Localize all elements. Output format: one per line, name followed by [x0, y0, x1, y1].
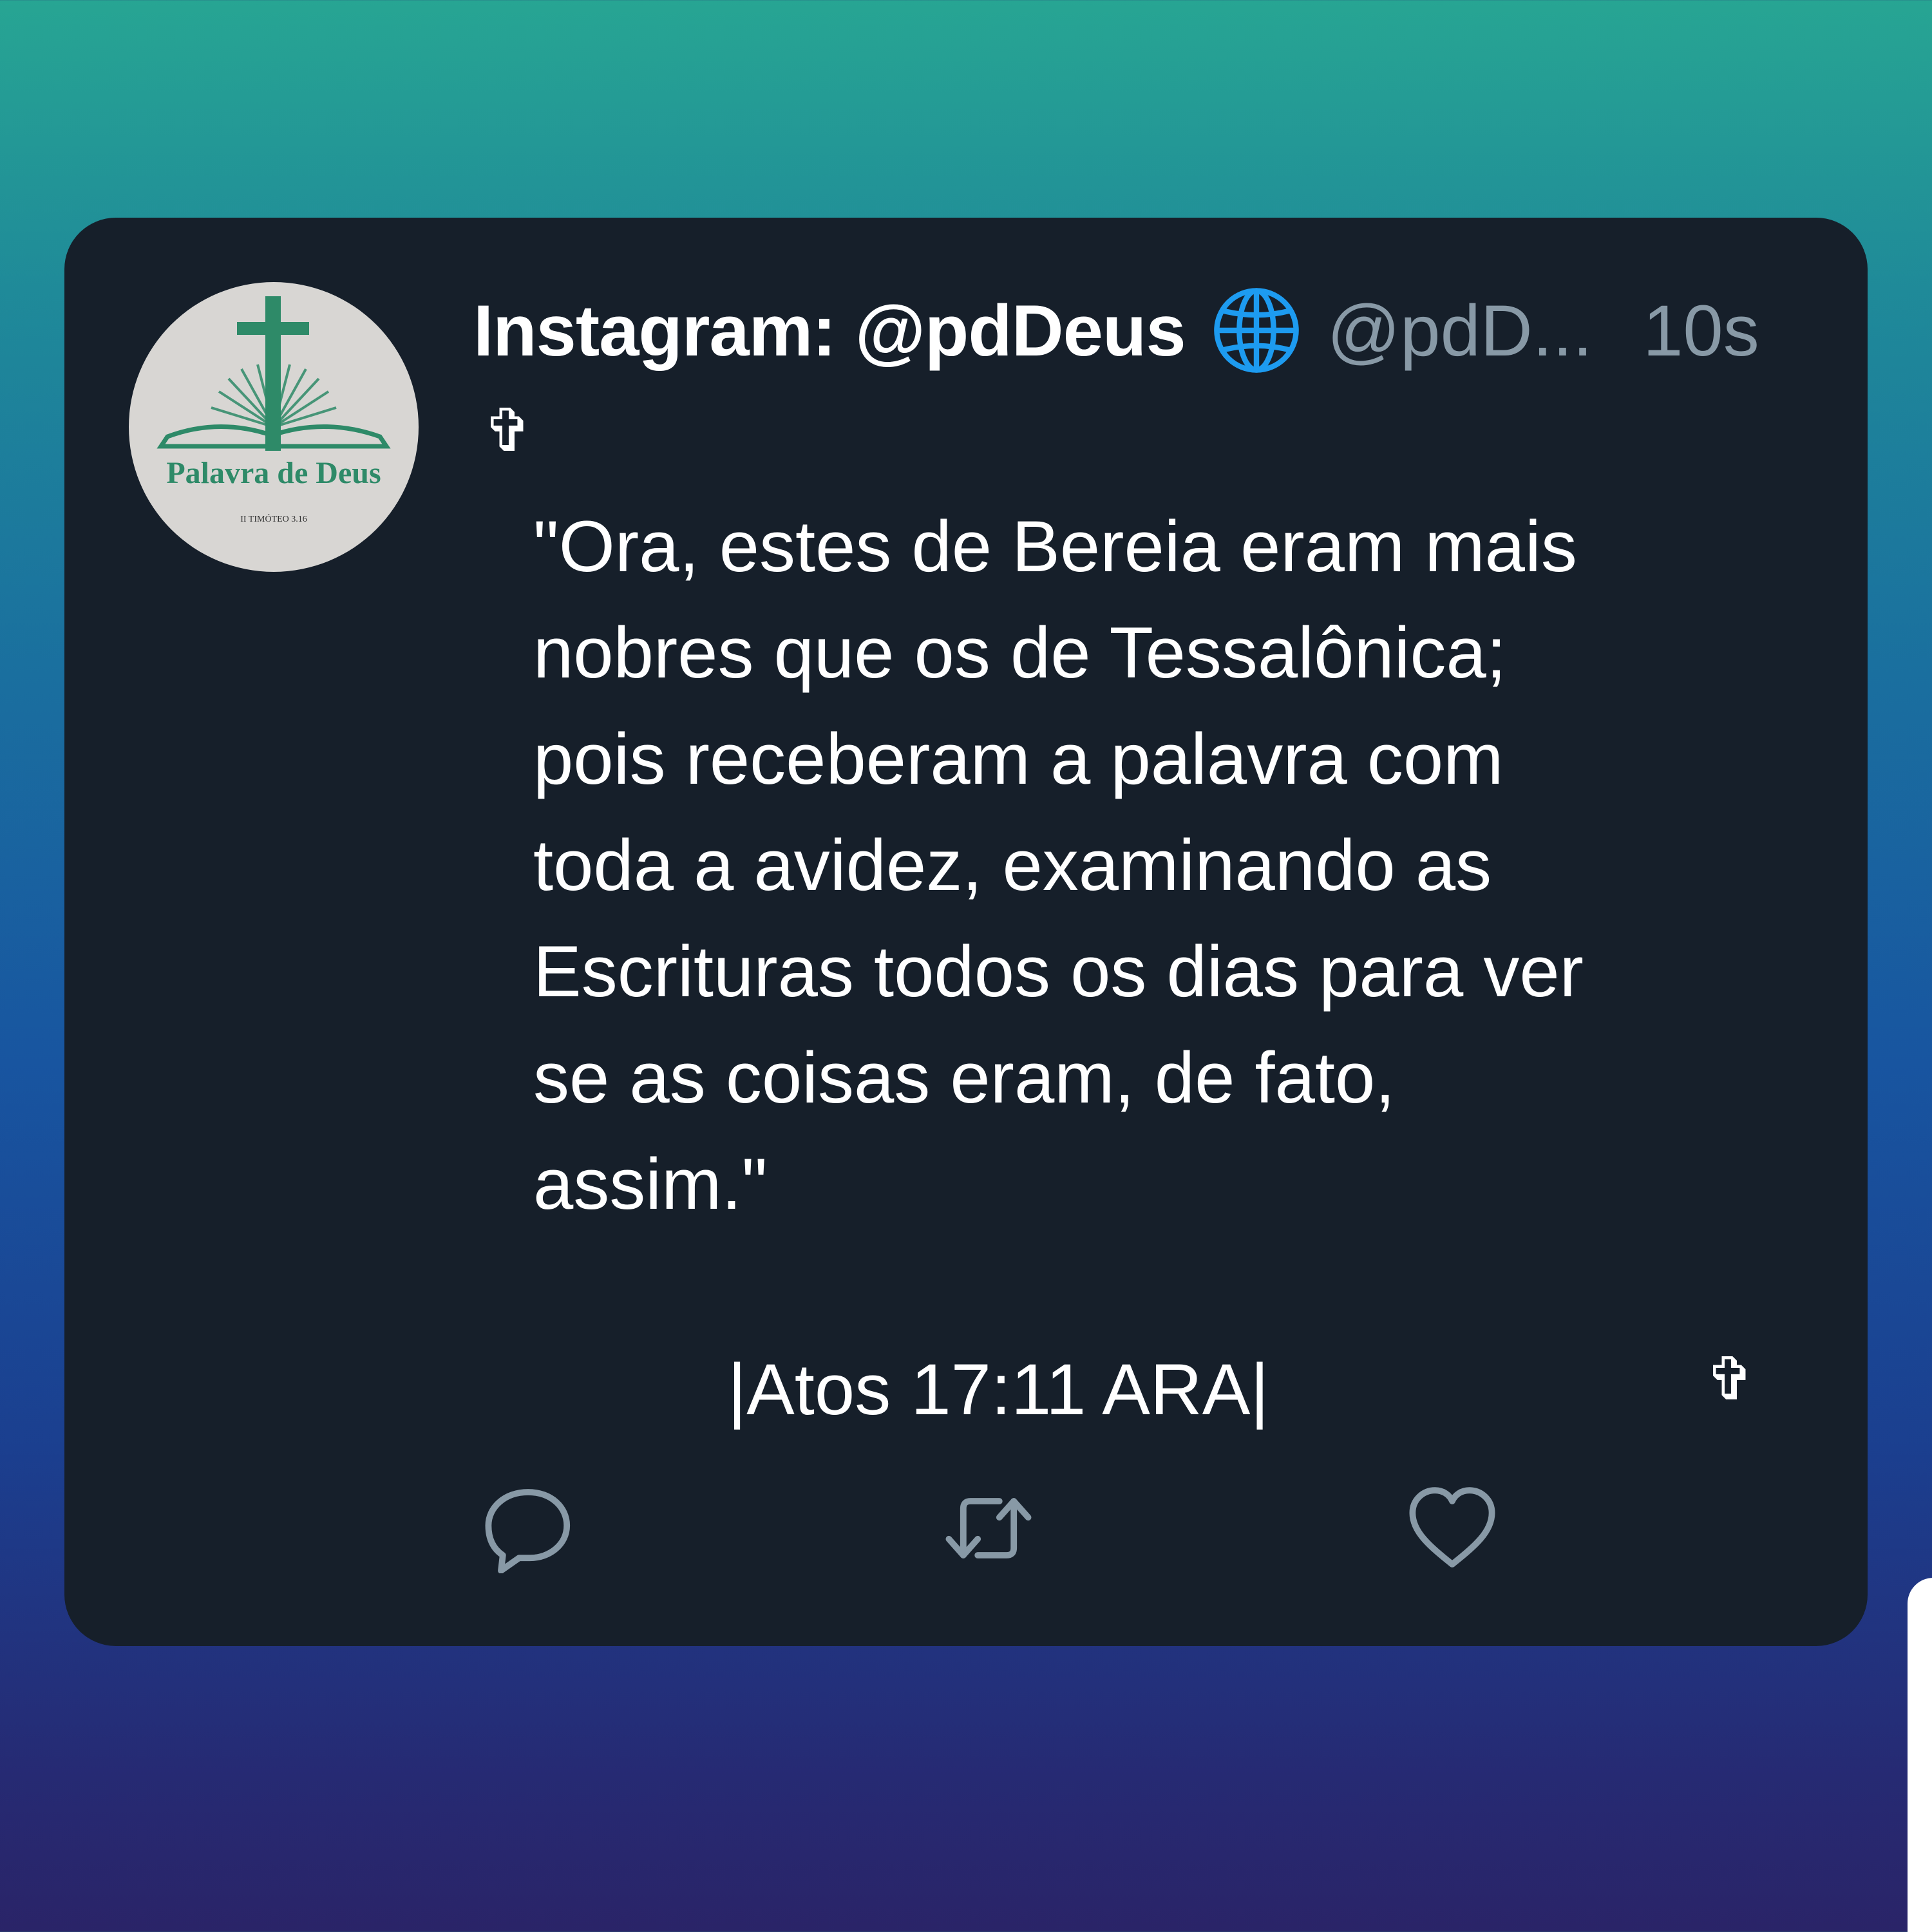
- tweet-header: Instagram: @pdDeus @pdD... 10s: [473, 288, 1800, 373]
- timestamp[interactable]: 10s: [1643, 289, 1759, 372]
- cross-icon: ✞: [1705, 1345, 1756, 1414]
- logo-subtitle: II TIMÓTEO 3.16: [240, 513, 307, 524]
- retweet-button[interactable]: [943, 1483, 1034, 1573]
- display-name[interactable]: Instagram: @pdDeus: [473, 289, 1186, 372]
- verse-reference: |Atos 17:11 ARA|: [728, 1349, 1269, 1430]
- retweet-icon: [945, 1498, 1032, 1558]
- avatar[interactable]: Palavra de Deus II TIMÓTEO 3.16: [129, 282, 419, 572]
- panel-edge: [1908, 1578, 1932, 1932]
- tweet-card[interactable]: Palavra de Deus II TIMÓTEO 3.16 Instagra…: [64, 218, 1868, 1646]
- globe-icon: [1213, 288, 1299, 373]
- cross-icon: ✞: [483, 396, 533, 465]
- heart-icon: [1409, 1487, 1495, 1567]
- reply-icon: [485, 1489, 571, 1573]
- reply-button[interactable]: [483, 1483, 573, 1573]
- palavra-de-deus-logo: Palavra de Deus II TIMÓTEO 3.16: [156, 296, 391, 524]
- logo-title: Palavra de Deus: [166, 456, 381, 490]
- tweet-text: "Ora, estes de Bereia eram mais nobres q…: [533, 506, 1584, 1224]
- like-button[interactable]: [1407, 1483, 1497, 1573]
- tweet-actions: [64, 1483, 1868, 1586]
- handle[interactable]: @pdD...: [1327, 289, 1593, 372]
